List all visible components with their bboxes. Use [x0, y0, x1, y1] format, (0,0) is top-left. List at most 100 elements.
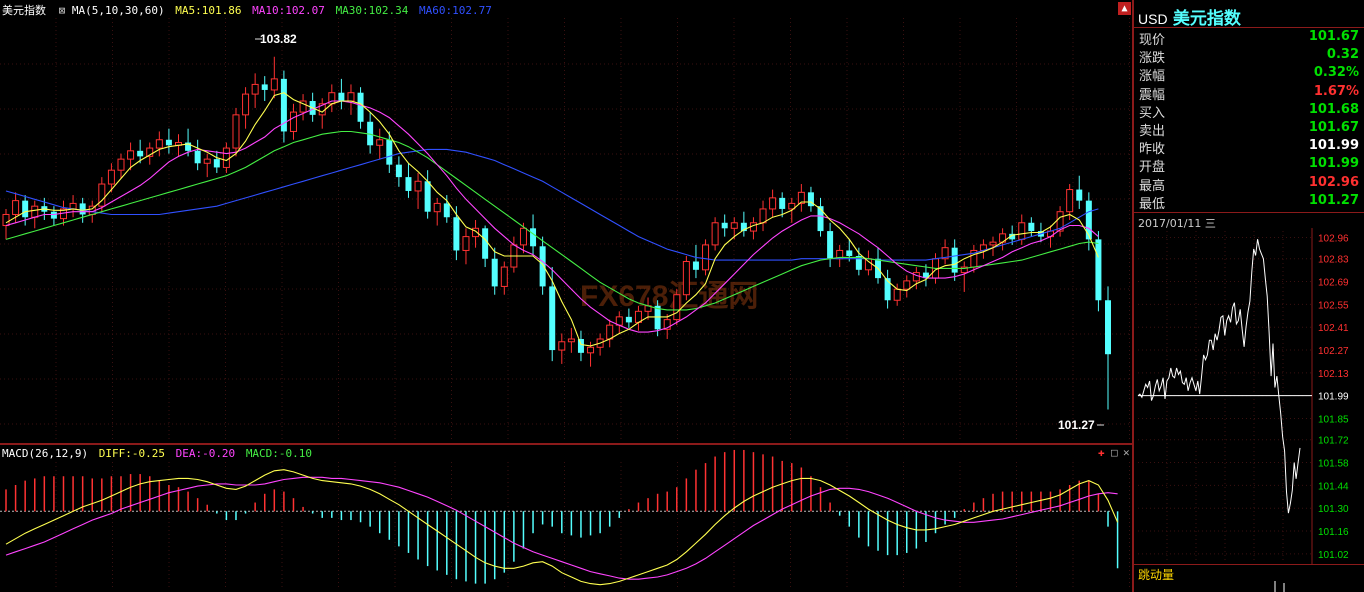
candle-body — [2, 213, 10, 227]
quote-row: 涨跌 0.32 — [1139, 47, 1359, 67]
candle-body — [357, 92, 364, 122]
ma-icon: ⊠ — [58, 4, 66, 17]
macd-legend: MACD(26,12,9) DIFF:-0.25 DEA:-0.20 MACD:… — [2, 447, 312, 460]
candle-body — [165, 139, 172, 146]
low-annotation: 101.27 — [1058, 418, 1095, 432]
candle-body — [395, 164, 402, 178]
candle-body — [682, 261, 690, 296]
candle-body — [194, 150, 201, 164]
candle-body — [462, 236, 470, 251]
candle-body — [827, 231, 834, 259]
candle-body — [405, 177, 412, 191]
candle-body — [1066, 189, 1074, 213]
candle-body — [1076, 189, 1083, 201]
candle-body — [730, 222, 738, 229]
quote-row-label: 现价 — [1139, 33, 1166, 48]
dea-label: DEA:-0.20 — [175, 447, 236, 460]
intraday-date: 2017/01/11 三 — [1138, 217, 1216, 230]
candle-body — [137, 150, 144, 157]
ma-params: MA(5,10,30,60) — [71, 4, 165, 17]
candle-body — [433, 202, 441, 213]
candle-body — [567, 338, 575, 343]
candle-body — [424, 181, 431, 212]
quote-row-label: 涨幅 — [1139, 69, 1166, 85]
candle-body — [846, 250, 853, 256]
quote-row-label: 昨收 — [1139, 142, 1166, 158]
candle-body — [12, 200, 20, 215]
candle-body — [577, 338, 584, 353]
candle-body — [769, 197, 777, 210]
quote-row-value: 1.67% — [1313, 83, 1359, 99]
quote-row-label: 最低 — [1139, 196, 1166, 212]
ma30-label: MA30:102.34 — [335, 4, 409, 17]
candle-body — [155, 139, 163, 149]
candle-body — [539, 246, 546, 287]
candle-body — [127, 150, 135, 160]
diff-label: DIFF:-0.25 — [98, 447, 165, 460]
quote-row-label: 震幅 — [1139, 87, 1166, 103]
candle-body — [903, 280, 911, 290]
candle-body — [625, 316, 632, 323]
high-annotation: 103.82 — [260, 32, 297, 46]
candle-body — [222, 147, 230, 168]
candle-body — [491, 258, 498, 287]
quote-row-value: 0.32% — [1313, 65, 1359, 81]
quote-row-label: 卖出 — [1139, 124, 1166, 139]
candle-body — [692, 261, 699, 270]
candle-body — [261, 84, 268, 90]
candle-body — [530, 228, 537, 247]
candle-body — [338, 92, 345, 102]
quote-row-label: 涨跌 — [1139, 51, 1166, 67]
quote-row: 震幅 1.67% — [1139, 83, 1359, 103]
quote-name: 美元指数 — [1172, 9, 1241, 28]
symbol-label: 美元指数 — [2, 4, 46, 17]
macd-params: MACD(26,12,9) — [2, 447, 89, 460]
candle-body — [721, 222, 728, 229]
candle-body — [558, 341, 566, 351]
candle-body — [482, 228, 489, 259]
close-icon[interactable]: ✕ — [1123, 446, 1130, 459]
candle-body — [779, 197, 786, 209]
candle-body — [1095, 239, 1102, 301]
candle-body — [347, 92, 355, 102]
ma5-label: MA5:101.86 — [175, 4, 242, 17]
quote-row-label: 开盘 — [1139, 160, 1166, 176]
candle-body — [117, 158, 125, 171]
candle-body — [79, 203, 86, 215]
candle-body — [1085, 200, 1092, 240]
candle-body — [711, 222, 719, 246]
main-legend: 美元指数 ⊠ MA(5,10,30,60) MA5:101.86 MA10:10… — [2, 2, 492, 18]
quote-row-label: 最高 — [1139, 178, 1166, 194]
quote-row-value: 0.32 — [1326, 47, 1359, 63]
quote-row-label: 买入 — [1139, 105, 1166, 121]
collapse-panel-button[interactable]: ▲ — [1118, 2, 1131, 15]
candle-body — [289, 111, 297, 132]
candle-body — [107, 169, 115, 185]
candle-body — [443, 203, 450, 218]
quote-row-value: 101.27 — [1308, 192, 1359, 208]
candle-body — [702, 244, 710, 271]
candle-body — [549, 286, 556, 351]
ma60-label: MA60:102.77 — [419, 4, 492, 17]
maximize-icon[interactable]: □ — [1111, 446, 1118, 459]
quote-row-value: 101.99 — [1308, 156, 1359, 172]
candle-body — [1028, 222, 1035, 232]
quote-title: USD 美元指数 — [1138, 4, 1241, 29]
candle-body — [989, 241, 997, 246]
candle-body — [22, 200, 29, 218]
candle-body — [242, 93, 250, 116]
candle-body — [673, 294, 681, 321]
add-indicator-icon[interactable]: ✚ — [1098, 446, 1105, 459]
tick-volume-label: 跳动量 — [1138, 568, 1175, 582]
candle-body — [203, 158, 211, 164]
candle-body — [606, 324, 614, 340]
quote-row: 开盘 101.99 — [1139, 156, 1359, 176]
quote-row: 最高 102.96 — [1139, 175, 1359, 194]
quote-row: 最低 101.27 — [1139, 192, 1359, 212]
quote-row: 卖出 101.67 — [1139, 120, 1359, 139]
candle-body — [376, 139, 384, 146]
candle-body — [1018, 222, 1026, 240]
quote-panel: USD 美元指数 现价 101.67 涨跌 0.32 涨幅 0.32% 震幅 1.67% 买入 1… — [1134, 0, 1364, 592]
macd-label: MACD:-0.10 — [245, 447, 313, 460]
candle-body — [500, 266, 508, 287]
